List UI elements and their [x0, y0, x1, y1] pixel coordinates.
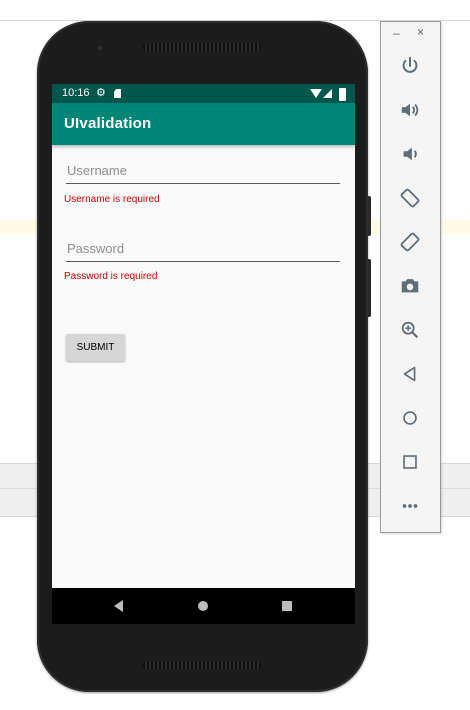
sd-card-icon — [114, 89, 121, 98]
zoom-icon[interactable] — [395, 315, 425, 345]
settings-notification-icon: ⚙ — [96, 87, 106, 99]
phone-side-button — [367, 196, 371, 236]
battery-icon — [339, 88, 346, 101]
home-icon[interactable] — [395, 403, 425, 433]
password-error: Password is required — [64, 271, 158, 282]
phone-volume-button — [367, 259, 371, 317]
bottom-speaker — [143, 661, 261, 670]
submit-button[interactable]: SUBMIT — [66, 334, 125, 361]
overview-icon[interactable] — [395, 447, 425, 477]
more-icon[interactable] — [395, 491, 425, 521]
wifi-icon — [310, 89, 322, 98]
volume-down-icon[interactable] — [395, 139, 425, 169]
app-title: UIvalidation — [64, 115, 152, 132]
status-bar: 10:16 ⚙ — [52, 84, 355, 103]
camera-icon[interactable] — [395, 271, 425, 301]
back-icon[interactable] — [395, 359, 425, 389]
power-icon[interactable] — [395, 51, 425, 81]
username-field[interactable] — [66, 160, 340, 184]
username-input[interactable] — [66, 160, 340, 184]
rotate-right-icon[interactable] — [395, 227, 425, 257]
emulator-phone-frame: 10:16 ⚙ UIvalidation Username is require… — [37, 21, 371, 692]
status-time: 10:16 — [62, 87, 90, 99]
device-screen: 10:16 ⚙ UIvalidation Username is require… — [52, 84, 355, 624]
password-field[interactable] — [66, 238, 340, 262]
minimize-button[interactable]: – — [393, 26, 400, 40]
volume-up-icon[interactable] — [395, 95, 425, 125]
close-button[interactable]: × — [417, 25, 424, 39]
top-speaker — [143, 43, 261, 52]
navigation-bar — [52, 588, 355, 624]
password-input[interactable] — [66, 238, 340, 262]
rotate-left-icon[interactable] — [395, 183, 425, 213]
username-error: Username is required — [64, 194, 160, 205]
emulator-toolbar: – × — [380, 21, 441, 533]
nav-home-icon[interactable] — [198, 601, 208, 611]
front-camera — [96, 44, 104, 52]
app-bar: UIvalidation — [52, 103, 355, 145]
signal-icon — [323, 89, 332, 98]
nav-recents-icon[interactable] — [282, 601, 292, 611]
nav-back-icon[interactable] — [114, 600, 123, 612]
